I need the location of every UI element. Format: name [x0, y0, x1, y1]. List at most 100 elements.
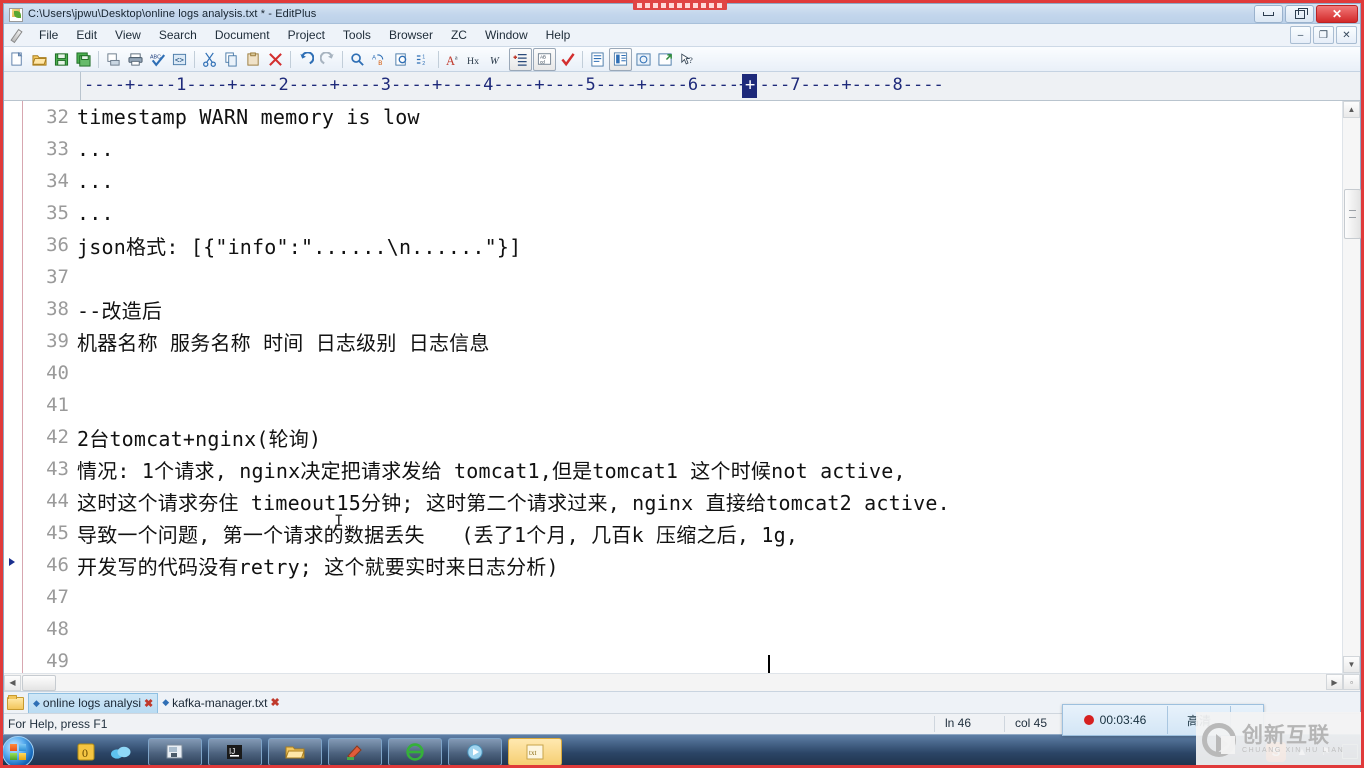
maximize-button[interactable] [1285, 5, 1314, 23]
check-icon[interactable] [557, 49, 578, 70]
taskbar-item-idea[interactable]: IJ [208, 737, 262, 766]
start-button-icon[interactable] [2, 735, 34, 768]
resize-grip[interactable]: ▫ [1343, 674, 1360, 690]
horizontal-scrollbar[interactable]: ◀ ▶ ▫ [4, 673, 1360, 691]
bookmark-gutter[interactable] [4, 101, 22, 673]
toggle-case-icon[interactable]: AB cd [533, 47, 556, 71]
context-help-icon[interactable]: ? [677, 49, 698, 70]
menu-item-zc[interactable]: ZC [442, 26, 476, 44]
clipboard-panel-icon[interactable] [609, 47, 632, 71]
code-line[interactable]: 40 [23, 357, 1342, 389]
code-line[interactable]: 35... [23, 197, 1342, 229]
scroll-down-button[interactable]: ▼ [1343, 656, 1360, 673]
print-preview-icon[interactable] [103, 49, 124, 70]
menu-item-tools[interactable]: Tools [334, 26, 380, 44]
menu-item-search[interactable]: Search [150, 26, 206, 44]
open-file-icon[interactable] [29, 49, 50, 70]
line-number: 49 [46, 650, 69, 672]
horizontal-scrollbar-thumb[interactable] [22, 675, 56, 691]
vertical-scrollbar[interactable]: ▲ ▼ [1342, 101, 1361, 673]
scroll-right-button[interactable]: ▶ [1326, 674, 1343, 690]
goto-line-icon[interactable]: 12 [413, 49, 434, 70]
code-line[interactable]: 43 情况: 1个请求, nginx决定把请求发给 tomcat1,但是tomca… [23, 453, 1342, 485]
menu-item-browser[interactable]: Browser [380, 26, 442, 44]
recording-timer[interactable]: 00:03:46 [1063, 706, 1168, 734]
folder-icon[interactable] [6, 695, 24, 710]
code-line[interactable]: 33... [23, 133, 1342, 165]
copy-icon[interactable] [221, 49, 242, 70]
search-icon[interactable] [347, 49, 368, 70]
tab-close-icon[interactable]: ✖ [271, 696, 280, 709]
menu-item-edit[interactable]: Edit [67, 26, 106, 44]
font-icon[interactable]: Aa [443, 49, 464, 70]
find-in-files-icon[interactable] [391, 49, 412, 70]
new-file-icon[interactable] [7, 49, 28, 70]
taskbar-item-editplus[interactable]: txt [508, 737, 562, 766]
code-line[interactable]: 44 这时这个请求夯住 timeout15分钟; 这时第二个请求过来, nginx… [23, 485, 1342, 517]
code-line[interactable]: 36 json格式: [{"info":"......\n......"}] [23, 229, 1342, 261]
line-number: 37 [46, 266, 69, 288]
line-number: 41 [46, 394, 69, 416]
replace-icon[interactable]: AB [369, 49, 390, 70]
line-number: 48 [46, 618, 69, 640]
document-selector-icon[interactable] [587, 49, 608, 70]
menu-item-window[interactable]: Window [476, 26, 537, 44]
editplus-icon [8, 7, 24, 22]
line-numbers-icon[interactable] [509, 47, 532, 71]
taskbar-item-media[interactable] [448, 737, 502, 766]
mdi-close-button[interactable]: ✕ [1336, 26, 1357, 44]
hex-viewer-icon[interactable]: Hx [465, 49, 486, 70]
vertical-scrollbar-thumb[interactable] [1344, 189, 1361, 239]
spell-check-icon[interactable]: ABC [147, 49, 168, 70]
word-wrap-icon[interactable]: W [487, 49, 508, 70]
code-line[interactable]: 45 导致一个问题, 第一个请求的数据丢失 (丢了1个月, 几百k 压缩之后, 1… [23, 517, 1342, 549]
menu-item-view[interactable]: View [106, 26, 150, 44]
cut-icon[interactable] [199, 49, 220, 70]
close-button[interactable]: ✕ [1316, 5, 1358, 23]
menu-item-file[interactable]: File [30, 26, 67, 44]
user-tools-icon[interactable] [655, 49, 676, 70]
code-line[interactable]: 37 [23, 261, 1342, 293]
svg-text:Hx: Hx [467, 56, 479, 67]
line-text: 情况: 1个请求, nginx决定把请求发给 tomcat1,但是tomcat1… [77, 458, 906, 483]
mdi-minimize-button[interactable]: – [1290, 26, 1311, 44]
code-view[interactable]: 32 timestamp WARN memory is low 33... 34...… [23, 101, 1342, 673]
delete-icon[interactable] [265, 49, 286, 70]
code-line[interactable]: 42 2台tomcat+nginx(轮询) [23, 421, 1342, 453]
undo-icon[interactable] [295, 49, 316, 70]
taskbar-item-browser[interactable] [388, 737, 442, 766]
code-line[interactable]: 49 [23, 645, 1342, 673]
tab-online-logs-analysis[interactable]: ◆ online logs analysi ✖ [28, 692, 159, 713]
taskbar-item-paint[interactable] [328, 737, 382, 766]
save-all-icon[interactable] [73, 49, 94, 70]
print-icon[interactable] [125, 49, 146, 70]
quicklaunch-notes-icon[interactable]: 0 [72, 739, 100, 765]
svg-text:W: W [489, 55, 499, 67]
minimize-button[interactable] [1254, 5, 1283, 23]
code-line[interactable]: 34... [23, 165, 1342, 197]
browser-preview-icon[interactable] [633, 49, 654, 70]
code-line[interactable]: 46 开发写的代码没有retry; 这个就要实时来日志分析) [23, 549, 1342, 581]
window-title: C:\Users\jpwu\Desktop\online logs analys… [28, 7, 317, 20]
redo-icon[interactable] [317, 49, 338, 70]
code-line[interactable]: 48 [23, 613, 1342, 645]
code-line[interactable]: 39 机器名称 服务名称 时间 日志级别 日志信息 [23, 325, 1342, 357]
code-line[interactable]: 47 [23, 581, 1342, 613]
menu-item-project[interactable]: Project [279, 26, 334, 44]
quicklaunch-cloud-icon[interactable] [107, 739, 135, 765]
code-line[interactable]: 38 --改造后 [23, 293, 1342, 325]
save-icon[interactable] [51, 49, 72, 70]
paste-icon[interactable] [243, 49, 264, 70]
html-tag-icon[interactable]: <> [169, 49, 190, 70]
mdi-restore-button[interactable]: ❐ [1313, 26, 1334, 44]
scroll-left-button[interactable]: ◀ [4, 674, 21, 691]
code-line[interactable]: 32 timestamp WARN memory is low [23, 101, 1342, 133]
code-line[interactable]: 41 [23, 389, 1342, 421]
taskbar-item-explorer[interactable] [268, 737, 322, 766]
scroll-up-button[interactable]: ▲ [1343, 101, 1360, 118]
taskbar-item-vm[interactable] [148, 737, 202, 766]
tab-kafka-manager[interactable]: ◆ kafka-manager.txt ✖ [158, 693, 284, 712]
menu-item-help[interactable]: Help [537, 26, 580, 44]
tab-close-icon[interactable]: ✖ [144, 697, 153, 710]
menu-item-document[interactable]: Document [206, 26, 279, 44]
